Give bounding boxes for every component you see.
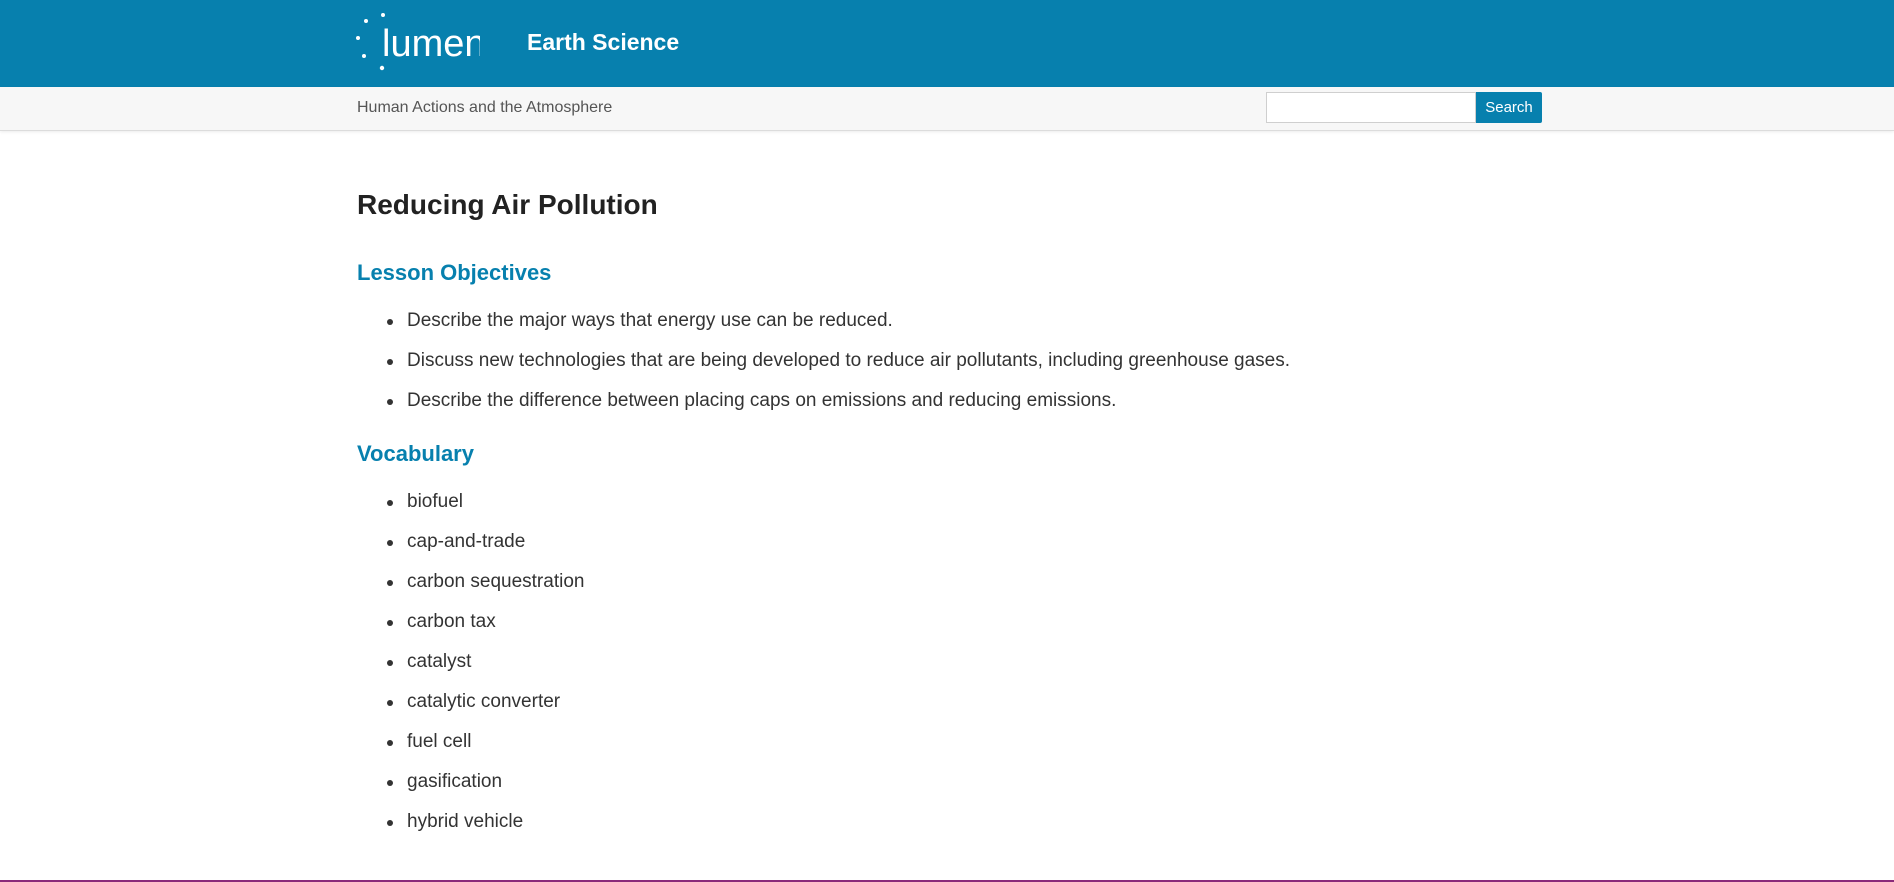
vocabulary-item: carbon sequestration [387, 570, 1537, 594]
vocabulary-item: catalytic converter [387, 690, 1537, 714]
objective-item: Describe the difference between placing … [387, 389, 1537, 413]
vocabulary-item: gasification [387, 770, 1537, 794]
vocabulary-item: biofuel [387, 490, 1537, 514]
vocabulary-item: carbon tax [387, 610, 1537, 634]
objective-item: Describe the major ways that energy use … [387, 309, 1537, 333]
lumen-logo-icon: lumen [356, 13, 480, 71]
vocabulary-item: fuel cell [387, 730, 1537, 754]
sub-header-bar: Human Actions and the Atmosphere Search [0, 87, 1894, 131]
svg-text:lumen: lumen [382, 23, 480, 65]
vocabulary-heading: Vocabulary [357, 441, 474, 466]
main-content: Reducing Air Pollution Lesson Objectives… [357, 186, 1537, 850]
lumen-logo[interactable]: lumen [355, 12, 480, 74]
breadcrumb[interactable]: Human Actions and the Atmosphere [357, 97, 612, 119]
course-title[interactable]: Earth Science [527, 27, 679, 57]
top-header-bar: lumen Earth Science [0, 0, 1894, 87]
vocabulary-list: biofuel cap-and-trade carbon sequestrati… [357, 490, 1537, 834]
search-input[interactable] [1266, 92, 1476, 123]
vocabulary-item: catalyst [387, 650, 1537, 674]
search-button[interactable]: Search [1476, 92, 1542, 123]
lesson-objectives-heading: Lesson Objectives [357, 260, 552, 285]
objectives-list: Describe the major ways that energy use … [357, 309, 1537, 413]
objective-item: Discuss new technologies that are being … [387, 349, 1537, 373]
vocabulary-item: cap-and-trade [387, 530, 1537, 554]
page-title: Reducing Air Pollution [357, 189, 658, 220]
vocabulary-item: hybrid vehicle [387, 810, 1537, 834]
